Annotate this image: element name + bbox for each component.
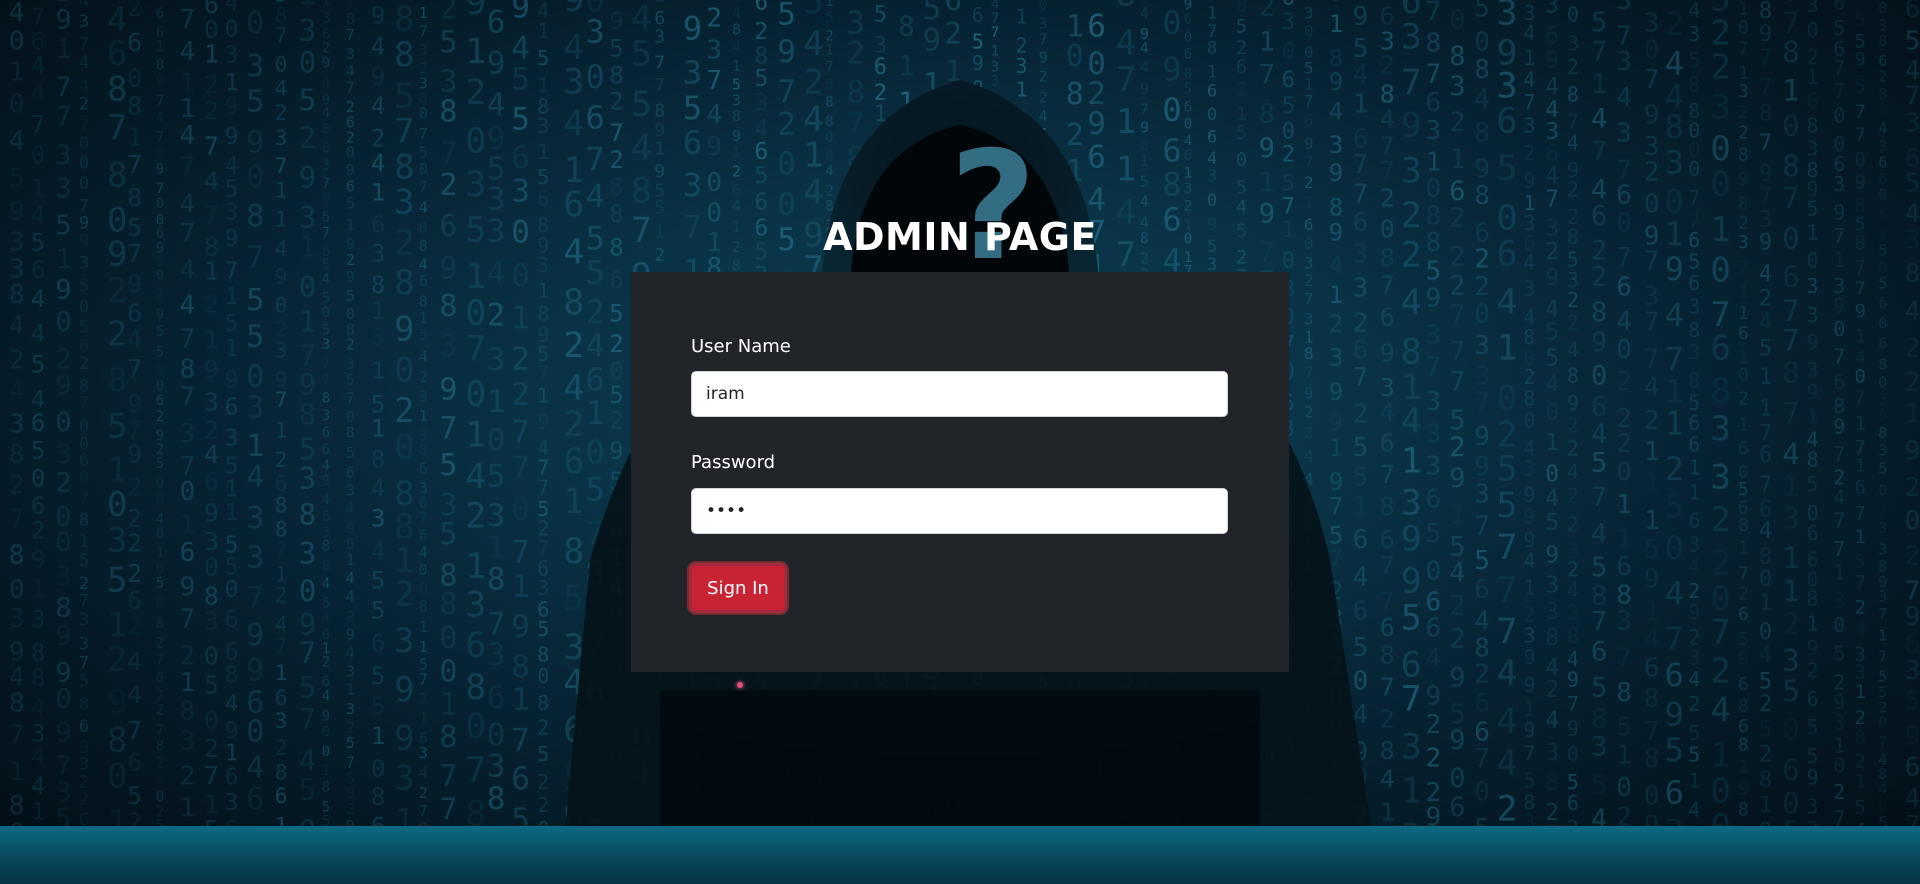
page-title: ADMIN PAGE — [823, 215, 1097, 259]
password-input[interactable] — [691, 488, 1228, 534]
login-panel: User Name Password Sign In — [631, 272, 1289, 672]
cursor-indicator — [737, 682, 743, 688]
username-label: User Name — [691, 336, 791, 357]
svg-text:?: ? — [949, 120, 1036, 294]
username-input[interactable] — [691, 371, 1228, 417]
password-label: Password — [691, 452, 776, 473]
desk-surface — [0, 826, 1920, 884]
sign-in-button[interactable]: Sign In — [689, 563, 787, 613]
